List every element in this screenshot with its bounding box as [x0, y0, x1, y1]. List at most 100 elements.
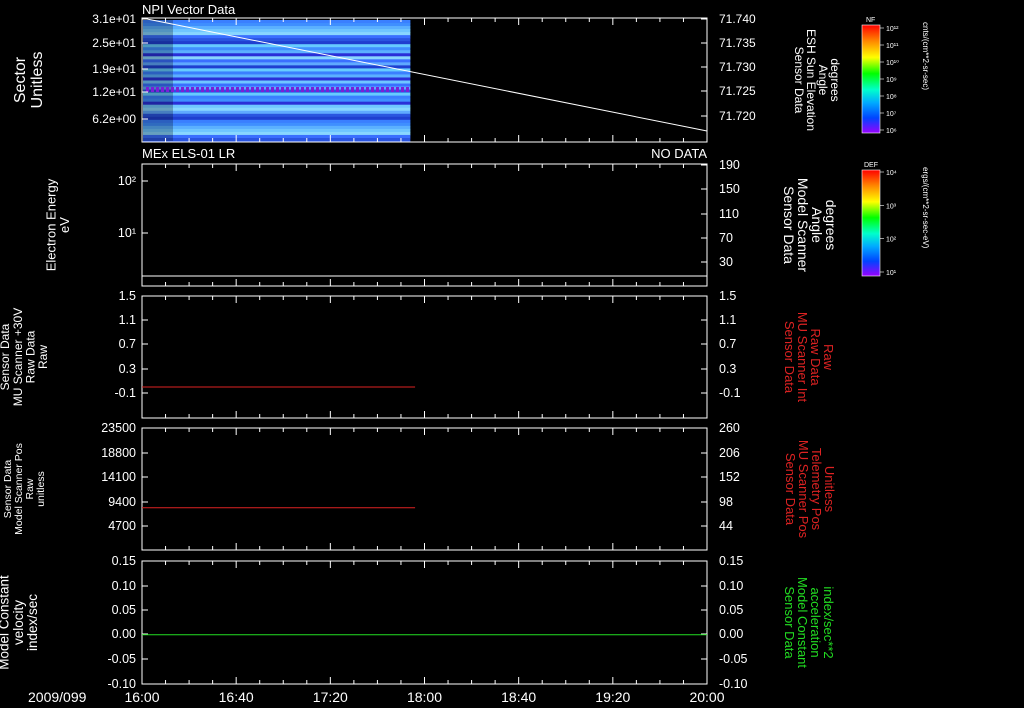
colorbar-def-units: ergs/(cm**2-sr-sec-eV) — [921, 167, 930, 249]
spectrogram-row — [143, 116, 411, 121]
right-tick-label: 260 — [719, 421, 740, 435]
spectrogram-speckle — [346, 87, 349, 92]
colorbar-tick-label: 10¹¹ — [886, 43, 899, 50]
right-tick-label: 0.05 — [719, 603, 743, 617]
time-series-plot: NPI Vector Data 3.1e+01 2.5e+01 1.9e+01 1.2… — [0, 0, 1024, 708]
spectrogram-speckle — [166, 87, 169, 92]
spectrogram-speckle — [311, 87, 314, 92]
spectrogram-speckle — [146, 87, 149, 92]
colorbar-tick-label: 10¹² — [886, 26, 899, 33]
left-tick-label: 14100 — [101, 470, 136, 484]
spectrogram-row — [143, 47, 411, 51]
spectrogram-speckle — [401, 87, 404, 92]
right-axis-label-line: MU Scanner Pos — [796, 440, 811, 539]
spectrogram-speckle — [336, 87, 339, 92]
spectrogram-row — [143, 41, 411, 45]
left-axis-label-line: Sector — [12, 56, 29, 103]
spectrogram-speckle — [221, 87, 224, 92]
right-tick-label: 98 — [719, 495, 733, 509]
spectrogram-row — [143, 125, 411, 130]
left-tick-label: 18800 — [101, 446, 136, 460]
spectrogram-speckle — [176, 87, 179, 92]
right-tick-label: 71.740 — [719, 12, 756, 26]
right-axis-label-line: Sensor Data — [782, 321, 797, 394]
left-tick-label: 3.1e+01 — [92, 12, 136, 26]
spectrogram-row — [143, 74, 411, 78]
spectrogram-speckle — [266, 87, 269, 92]
spectrogram-speckle — [251, 87, 254, 92]
spectrogram-speckle — [381, 87, 384, 92]
spectrogram-fade — [143, 20, 173, 141]
spectrogram-row — [143, 68, 411, 72]
right-axis-label-line: Model Scanner — [795, 178, 811, 273]
spectrogram-speckle — [351, 87, 354, 92]
spectrogram-speckle — [286, 87, 289, 92]
left-tick-label: 0.3 — [119, 362, 136, 376]
right-axis-label-line: Model Constant — [795, 577, 810, 668]
spectrogram-row — [143, 122, 411, 127]
left-tick-label: 4700 — [108, 519, 136, 533]
colorbar-def-label: DEF — [864, 162, 878, 169]
spectrogram-row — [143, 92, 411, 97]
left-tick-label: 0.00 — [112, 627, 136, 641]
left-axis-label-line: unitless — [35, 471, 47, 507]
left-tick-label: 2.5e+01 — [92, 36, 136, 50]
right-axis-label-line: Angle — [816, 65, 830, 96]
spectrogram-speckle — [216, 87, 219, 92]
spectrogram-row — [143, 107, 411, 112]
time-tick-label: 16:00 — [124, 689, 159, 705]
spectrogram-speckle — [306, 87, 309, 92]
left-tick-label: 10¹ — [118, 226, 136, 240]
spectrogram-speckle — [406, 87, 409, 92]
left-tick-label: -0.1 — [114, 386, 136, 400]
right-tick-label: 1.1 — [719, 313, 736, 327]
right-axis-label-line: Unitless — [822, 466, 837, 513]
spectrogram-row — [143, 59, 411, 63]
left-tick-label: 0.10 — [112, 579, 136, 593]
spectrogram-speckle — [261, 87, 264, 92]
spectrogram-speckle — [156, 87, 159, 92]
spectrogram-row — [143, 65, 411, 69]
left-tick-label: -0.05 — [108, 652, 137, 666]
time-tick-label: 20:00 — [689, 689, 724, 705]
right-tick-label: 206 — [719, 446, 740, 460]
right-axis-label-line: Angle — [809, 207, 825, 243]
right-tick-label: 0.3 — [719, 362, 736, 376]
spectrogram-speckle — [271, 87, 274, 92]
spectrogram-speckle — [331, 87, 334, 92]
colorbar-nf-label: NF — [866, 17, 875, 24]
spectrogram-speckle — [246, 87, 249, 92]
spectrogram-row — [143, 29, 411, 33]
right-tick-label: 0.00 — [719, 627, 743, 641]
spectrogram-row — [143, 20, 411, 24]
spectrogram-row — [143, 38, 411, 42]
panel-2-no-data: NO DATA — [651, 146, 707, 161]
right-tick-label: 152 — [719, 470, 740, 484]
right-tick-label: 0.7 — [719, 337, 736, 351]
spectrogram-speckle — [241, 87, 244, 92]
spectrogram-speckle — [256, 87, 259, 92]
spectrogram-row — [143, 50, 411, 54]
spectrogram-row — [143, 77, 411, 81]
colorbar-tick-label: 10⁸ — [886, 94, 897, 101]
spectrogram-speckle — [361, 87, 364, 92]
time-tick-label: 18:40 — [501, 689, 536, 705]
left-axis-label-line: eV — [57, 217, 72, 233]
right-axis-label-line: acceleration — [808, 587, 823, 657]
panel-1-title: NPI Vector Data — [142, 2, 236, 17]
right-tick-label: 0.10 — [719, 579, 743, 593]
spectrogram-speckle — [291, 87, 294, 92]
colorbar-def-gradient — [861, 169, 881, 277]
panel-2-title: MEx ELS-01 LR — [142, 146, 235, 161]
right-axis-label-line: Telemetry Pos — [809, 448, 824, 531]
spectrogram-speckle — [211, 87, 214, 92]
colorbar-tick-label: 10⁹ — [886, 77, 897, 84]
spectrogram-row — [143, 95, 411, 100]
spectrogram-speckle — [206, 87, 209, 92]
colorbar-tick-label: 10⁷ — [886, 111, 897, 118]
spectrogram-speckle — [391, 87, 394, 92]
right-tick-label: -0.05 — [719, 652, 748, 666]
left-tick-label: 1.9e+01 — [92, 62, 136, 76]
right-tick-label: 110 — [719, 207, 739, 221]
right-tick-label: 71.735 — [719, 36, 756, 50]
